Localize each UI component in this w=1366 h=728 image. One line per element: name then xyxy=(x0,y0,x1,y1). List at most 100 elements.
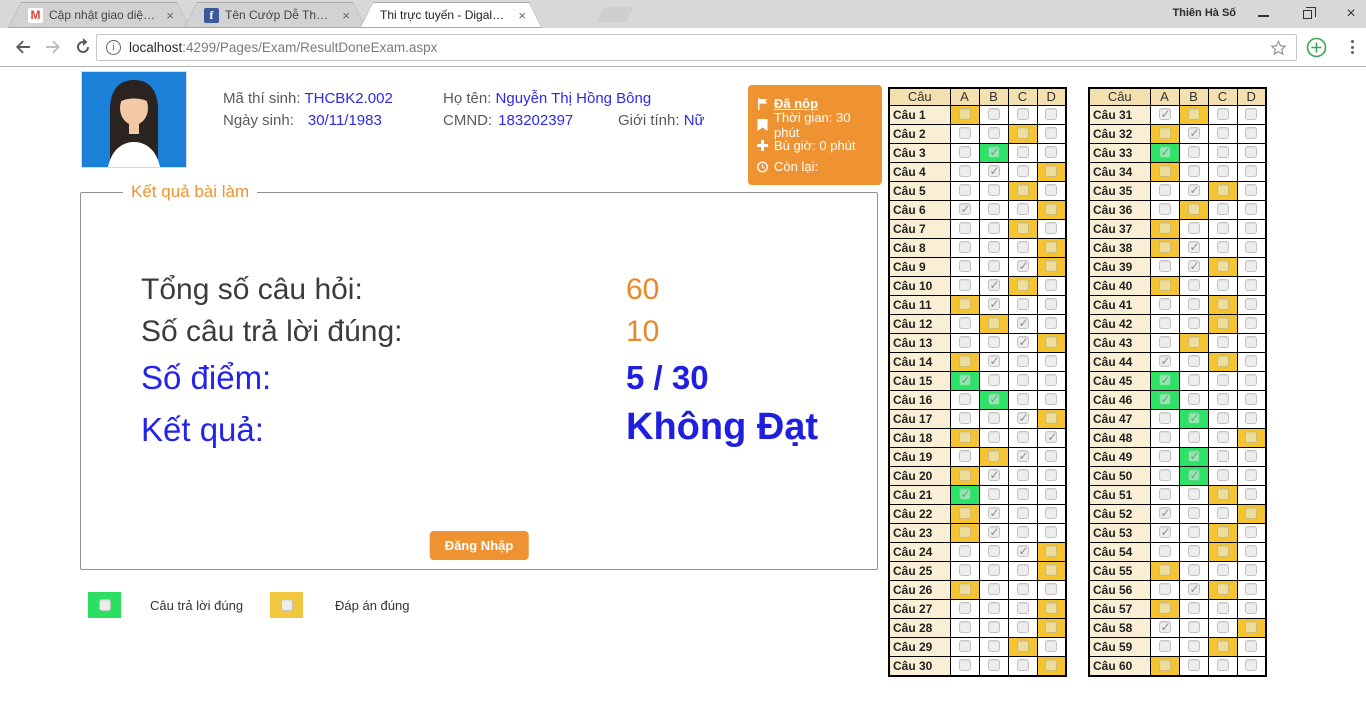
browser-tab[interactable]: MCập nhật giao diện thi tr× xyxy=(8,2,190,28)
answer-checkbox[interactable] xyxy=(1017,545,1029,557)
answer-checkbox[interactable] xyxy=(1159,355,1171,367)
refresh-icon[interactable] xyxy=(72,36,94,58)
answer-checkbox[interactable] xyxy=(1045,260,1057,272)
answer-checkbox[interactable] xyxy=(988,108,1000,120)
answer-checkbox[interactable] xyxy=(1245,545,1257,557)
answer-checkbox[interactable] xyxy=(1245,507,1257,519)
answer-checkbox[interactable] xyxy=(1017,431,1029,443)
answer-checkbox[interactable] xyxy=(959,336,971,348)
answer-checkbox[interactable] xyxy=(1159,203,1171,215)
back-icon[interactable] xyxy=(12,36,34,58)
answer-checkbox[interactable] xyxy=(1245,355,1257,367)
answer-checkbox[interactable] xyxy=(988,336,1000,348)
answer-checkbox[interactable] xyxy=(959,488,971,500)
answer-checkbox[interactable] xyxy=(988,488,1000,500)
answer-checkbox[interactable] xyxy=(1017,127,1029,139)
answer-checkbox[interactable] xyxy=(988,583,1000,595)
answer-checkbox[interactable] xyxy=(988,469,1000,481)
answer-checkbox[interactable] xyxy=(1188,222,1200,234)
answer-checkbox[interactable] xyxy=(1188,146,1200,158)
answer-checkbox[interactable] xyxy=(1217,336,1229,348)
answer-checkbox[interactable] xyxy=(1217,355,1229,367)
answer-checkbox[interactable] xyxy=(959,659,971,671)
answer-checkbox[interactable] xyxy=(988,203,1000,215)
answer-checkbox[interactable] xyxy=(1159,507,1171,519)
answer-checkbox[interactable] xyxy=(959,431,971,443)
answer-checkbox[interactable] xyxy=(1159,279,1171,291)
answer-checkbox[interactable] xyxy=(1045,412,1057,424)
answer-checkbox[interactable] xyxy=(1017,146,1029,158)
answer-checkbox[interactable] xyxy=(1017,279,1029,291)
answer-checkbox[interactable] xyxy=(959,184,971,196)
answer-checkbox[interactable] xyxy=(988,640,1000,652)
answer-checkbox[interactable] xyxy=(959,279,971,291)
answer-checkbox[interactable] xyxy=(1245,526,1257,538)
answer-checkbox[interactable] xyxy=(959,621,971,633)
answer-checkbox[interactable] xyxy=(1159,298,1171,310)
answer-checkbox[interactable] xyxy=(1017,260,1029,272)
answer-checkbox[interactable] xyxy=(1217,241,1229,253)
answer-checkbox[interactable] xyxy=(988,374,1000,386)
answer-checkbox[interactable] xyxy=(988,393,1000,405)
answer-checkbox[interactable] xyxy=(1245,146,1257,158)
answer-checkbox[interactable] xyxy=(959,469,971,481)
answer-checkbox[interactable] xyxy=(1017,374,1029,386)
answer-checkbox[interactable] xyxy=(1045,621,1057,633)
answer-checkbox[interactable] xyxy=(1159,583,1171,595)
answer-checkbox[interactable] xyxy=(988,260,1000,272)
answer-checkbox[interactable] xyxy=(1245,488,1257,500)
answer-checkbox[interactable] xyxy=(1217,640,1229,652)
answer-checkbox[interactable] xyxy=(988,317,1000,329)
answer-checkbox[interactable] xyxy=(1217,127,1229,139)
answer-checkbox[interactable] xyxy=(1217,298,1229,310)
answer-checkbox[interactable] xyxy=(1217,469,1229,481)
answer-checkbox[interactable] xyxy=(988,165,1000,177)
answer-checkbox[interactable] xyxy=(1217,545,1229,557)
answer-checkbox[interactable] xyxy=(1159,412,1171,424)
answer-checkbox[interactable] xyxy=(988,564,1000,576)
answer-checkbox[interactable] xyxy=(1217,260,1229,272)
answer-checkbox[interactable] xyxy=(1188,450,1200,462)
answer-checkbox[interactable] xyxy=(1188,127,1200,139)
answer-checkbox[interactable] xyxy=(1217,450,1229,462)
answer-checkbox[interactable] xyxy=(1045,393,1057,405)
answer-checkbox[interactable] xyxy=(959,222,971,234)
answer-checkbox[interactable] xyxy=(1017,469,1029,481)
answer-checkbox[interactable] xyxy=(1217,602,1229,614)
answer-checkbox[interactable] xyxy=(1188,260,1200,272)
answer-checkbox[interactable] xyxy=(1045,241,1057,253)
answer-checkbox[interactable] xyxy=(1159,317,1171,329)
answer-checkbox[interactable] xyxy=(1017,108,1029,120)
answer-checkbox[interactable] xyxy=(1188,279,1200,291)
answer-checkbox[interactable] xyxy=(959,203,971,215)
answer-checkbox[interactable] xyxy=(1245,298,1257,310)
answer-checkbox[interactable] xyxy=(988,526,1000,538)
answer-checkbox[interactable] xyxy=(1188,355,1200,367)
answer-checkbox[interactable] xyxy=(1045,488,1057,500)
answer-checkbox[interactable] xyxy=(988,355,1000,367)
close-window-button[interactable]: × xyxy=(1344,5,1358,23)
answer-checkbox[interactable] xyxy=(988,241,1000,253)
answer-checkbox[interactable] xyxy=(1245,184,1257,196)
answer-checkbox[interactable] xyxy=(1188,488,1200,500)
answer-checkbox[interactable] xyxy=(1159,640,1171,652)
answer-checkbox[interactable] xyxy=(1188,564,1200,576)
answer-checkbox[interactable] xyxy=(1159,241,1171,253)
answer-checkbox[interactable] xyxy=(1045,602,1057,614)
answer-checkbox[interactable] xyxy=(1159,108,1171,120)
answer-checkbox[interactable] xyxy=(1159,659,1171,671)
answer-checkbox[interactable] xyxy=(988,450,1000,462)
answer-checkbox[interactable] xyxy=(1188,317,1200,329)
answer-checkbox[interactable] xyxy=(959,640,971,652)
tab-close-icon[interactable]: × xyxy=(164,9,176,22)
answer-checkbox[interactable] xyxy=(1188,640,1200,652)
answer-checkbox[interactable] xyxy=(1217,108,1229,120)
answer-checkbox[interactable] xyxy=(1159,488,1171,500)
answer-checkbox[interactable] xyxy=(1217,279,1229,291)
answer-checkbox[interactable] xyxy=(1017,450,1029,462)
browser-menu-icon[interactable] xyxy=(1344,36,1360,58)
answer-checkbox[interactable] xyxy=(1017,488,1029,500)
forward-icon[interactable] xyxy=(42,36,64,58)
answer-checkbox[interactable] xyxy=(1017,165,1029,177)
answer-checkbox[interactable] xyxy=(1217,564,1229,576)
